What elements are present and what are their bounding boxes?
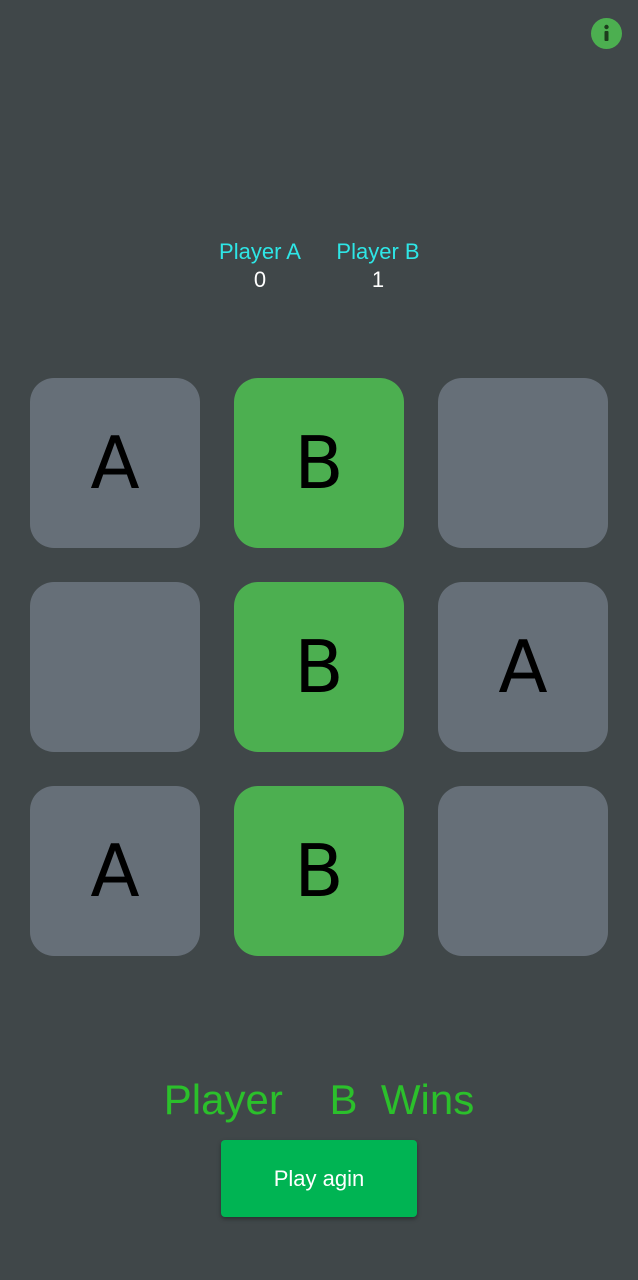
player-a-score-value: 0: [253, 267, 267, 292]
player-b-score-value: 1: [371, 267, 385, 292]
board-cell-1[interactable]: A: [30, 378, 200, 548]
board-cell-6[interactable]: A: [438, 582, 608, 752]
board-cell-8[interactable]: B: [234, 786, 404, 956]
game-board: A B B A A B: [30, 378, 608, 956]
board-cell-3[interactable]: [438, 378, 608, 548]
play-again-button[interactable]: Play agin: [221, 1140, 417, 1217]
player-a-score: Player A 0: [195, 238, 325, 294]
board-cell-2[interactable]: B: [234, 378, 404, 548]
board-cell-9[interactable]: [438, 786, 608, 956]
result-message: Player B Wins: [163, 1076, 475, 1123]
info-button[interactable]: [591, 18, 622, 49]
player-a-label: Player A: [219, 239, 301, 264]
board-cell-5[interactable]: B: [234, 582, 404, 752]
player-b-score: Player B 1: [313, 238, 443, 294]
player-b-label: Player B: [336, 239, 420, 264]
info-icon: [604, 24, 609, 41]
board-cell-4[interactable]: [30, 582, 200, 752]
board-cell-7[interactable]: A: [30, 786, 200, 956]
